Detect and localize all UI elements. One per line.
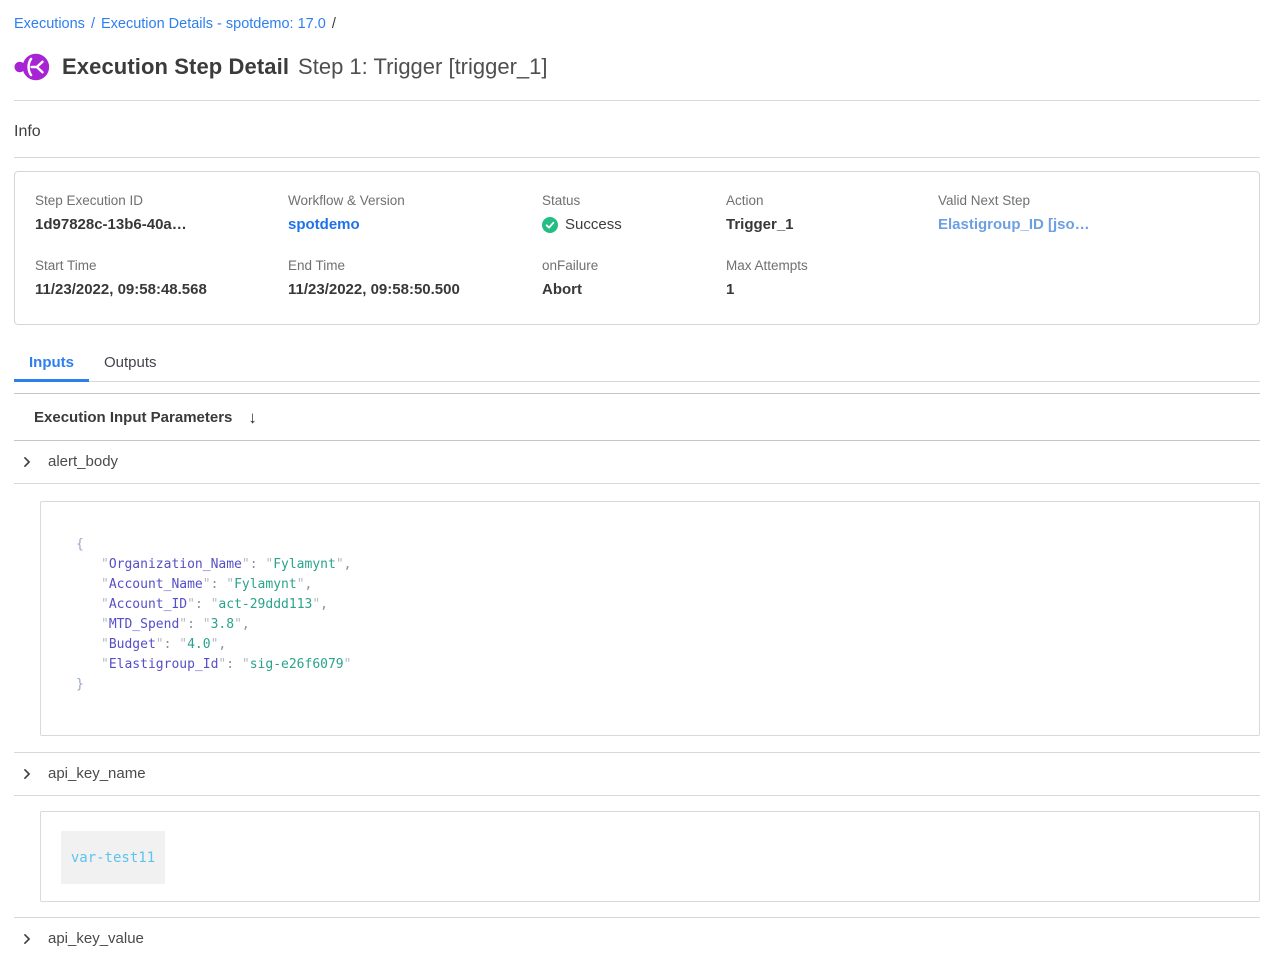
field-on-failure: onFailure Abort	[542, 258, 726, 298]
params-heading: Execution Input Parameters	[34, 409, 232, 426]
breadcrumb-link-execution-details[interactable]: Execution Details - spotdemo: 17.0	[101, 16, 326, 32]
field-status: Status Success	[542, 193, 726, 233]
field-value: Trigger_1	[726, 216, 938, 233]
field-value: 11/23/2022, 09:58:48.568	[35, 281, 288, 298]
alert-body-json-editor[interactable]: { "Organization_Name": "Fylamynt","Accou…	[40, 501, 1260, 736]
field-label: onFailure	[542, 258, 726, 273]
field-label: Max Attempts	[726, 258, 938, 273]
breadcrumb-separator: /	[91, 16, 95, 32]
field-workflow-version: Workflow & Version spotdemo	[288, 193, 542, 233]
json-code-line: "Budget": "4.0",	[76, 635, 1239, 655]
page-title: Execution Step Detail	[62, 54, 289, 80]
success-check-icon	[542, 217, 558, 233]
field-value: 1d97828c-13b6-40a…	[35, 216, 288, 233]
json-code-line: "Account_Name": "Fylamynt",	[76, 575, 1239, 595]
param-row-api-key-value[interactable]: api_key_value	[14, 918, 1260, 960]
field-action: Action Trigger_1	[726, 193, 938, 233]
api-key-name-editor[interactable]: var-test11	[40, 811, 1260, 902]
chevron-right-icon	[20, 932, 34, 946]
download-icon[interactable]: ↓	[248, 409, 257, 426]
field-step-execution-id: Step Execution ID 1d97828c-13b6-40a…	[35, 193, 288, 233]
status-badge: Success	[542, 216, 726, 233]
alert-body-divider	[14, 483, 1260, 484]
json-close-brace: }	[76, 675, 1239, 695]
breadcrumb-separator: /	[332, 16, 336, 32]
param-row-alert-body[interactable]: alert_body	[14, 441, 1260, 483]
field-label: Status	[542, 193, 726, 208]
field-value: 11/23/2022, 09:58:50.500	[288, 281, 542, 298]
breadcrumb: Executions / Execution Details - spotdemo:…	[14, 12, 1260, 34]
page-header: Execution Step Detail Step 1: Trigger [t…	[14, 49, 1260, 85]
tabs: Inputs Outputs	[14, 348, 1260, 382]
execution-step-detail-page: Executions / Execution Details - spotdemo:…	[0, 0, 1272, 960]
chevron-right-icon	[20, 767, 34, 781]
json-code-line: "Elastigroup_Id": "sig-e26f6079"	[76, 655, 1239, 675]
api-key-name-divider	[14, 795, 1260, 796]
json-open-brace: {	[76, 535, 1239, 555]
param-name: api_key_name	[48, 765, 146, 782]
tab-outputs[interactable]: Outputs	[89, 348, 172, 382]
field-label: Start Time	[35, 258, 288, 273]
field-label: End Time	[288, 258, 542, 273]
json-code-line: "Account_ID": "act-29ddd113",	[76, 595, 1239, 615]
field-value: Abort	[542, 281, 726, 298]
tab-inputs[interactable]: Inputs	[14, 348, 89, 382]
field-label: Action	[726, 193, 938, 208]
status-text: Success	[565, 216, 622, 233]
info-card: Step Execution ID 1d97828c-13b6-40a… Wor…	[14, 171, 1260, 325]
field-valid-next-step: Valid Next Step Elastigroup_ID [jso…	[938, 193, 1239, 233]
field-value: 1	[726, 281, 938, 298]
info-divider	[14, 157, 1260, 158]
api-key-name-value: var-test11	[61, 831, 165, 884]
json-code-line: "MTD_Spend": "3.8",	[76, 615, 1239, 635]
param-name: api_key_value	[48, 930, 144, 947]
page-subtitle: Step 1: Trigger [trigger_1]	[298, 54, 547, 80]
execution-input-parameters-header: Execution Input Parameters ↓	[14, 394, 1260, 440]
field-end-time: End Time 11/23/2022, 09:58:50.500	[288, 258, 542, 298]
chevron-right-icon	[20, 455, 34, 469]
field-label: Workflow & Version	[288, 193, 542, 208]
info-heading: Info	[14, 123, 1260, 141]
json-code-lines: "Organization_Name": "Fylamynt","Account…	[76, 555, 1239, 675]
field-max-attempts: Max Attempts 1	[726, 258, 938, 298]
param-name: alert_body	[48, 453, 118, 470]
param-row-api-key-name[interactable]: api_key_name	[14, 753, 1260, 795]
field-label: Step Execution ID	[35, 193, 288, 208]
field-label: Valid Next Step	[938, 193, 1239, 208]
field-start-time: Start Time 11/23/2022, 09:58:48.568	[35, 258, 288, 298]
breadcrumb-link-executions[interactable]: Executions	[14, 16, 85, 32]
workflow-link[interactable]: spotdemo	[288, 216, 542, 233]
next-step-link[interactable]: Elastigroup_ID [jso…	[938, 216, 1239, 233]
workflow-branch-logo-icon	[14, 49, 52, 85]
title-divider	[14, 100, 1260, 101]
json-code-line: "Organization_Name": "Fylamynt",	[76, 555, 1239, 575]
